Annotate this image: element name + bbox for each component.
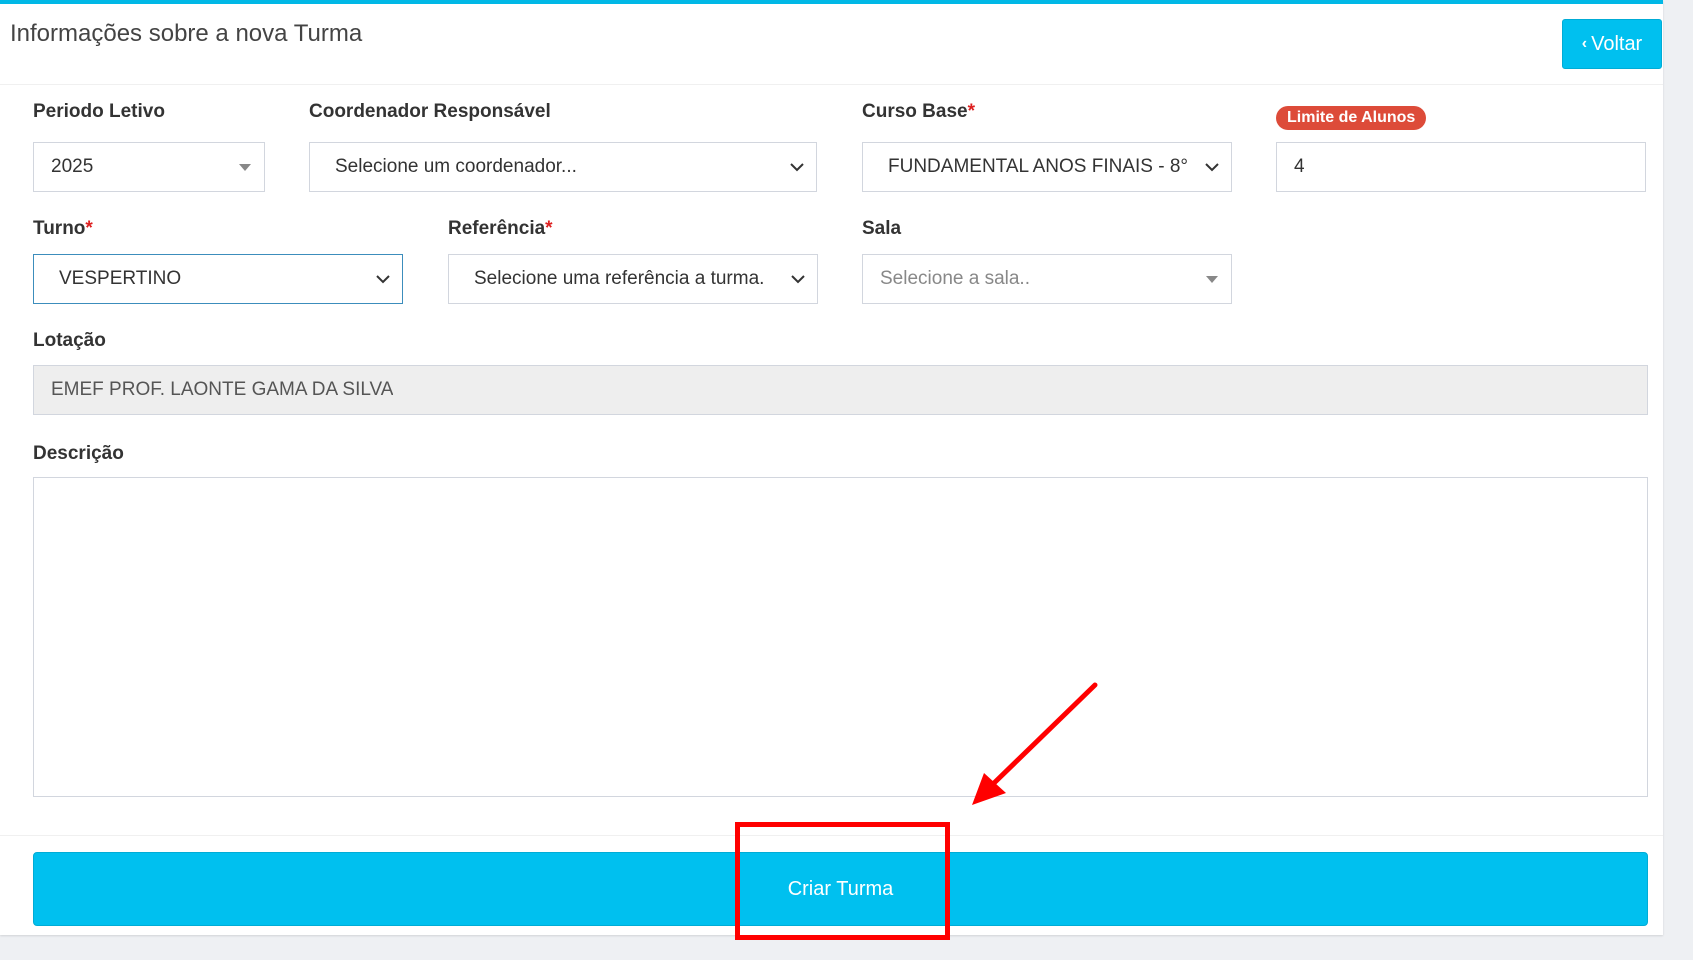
limite-input[interactable] [1276,142,1646,192]
turno-label-text: Turno [33,218,86,239]
back-button[interactable]: ‹ Voltar [1562,19,1662,69]
coordenador-select[interactable]: Selecione um coordenador... [309,142,817,192]
chevron-down-icon [790,163,804,172]
required-mark: * [85,218,93,239]
sala-placeholder: Selecione a sala.. [880,268,1030,289]
curso-select[interactable]: FUNDAMENTAL ANOS FINAIS - 8° AI [862,142,1232,192]
turno-select[interactable]: VESPERTINO [33,254,403,304]
sala-select[interactable]: Selecione a sala.. [862,254,1232,304]
caret-down-icon [1206,276,1218,283]
periodo-select[interactable]: 2025 [33,142,265,192]
referencia-select[interactable]: Selecione uma referência a turma. [448,254,818,304]
curso-label-text: Curso Base [862,101,968,122]
limite-badge: Limite de Alunos [1276,106,1427,130]
chevron-down-icon [791,275,805,284]
chevron-down-icon [376,275,390,284]
referencia-label-text: Referência [448,218,546,239]
page-title: Informações sobre a nova Turma [10,20,363,47]
referencia-label: Referência* [448,218,553,240]
lotacao-field: EMEF PROF. LAONTE GAMA DA SILVA [33,365,1648,415]
required-mark: * [967,101,976,122]
create-turma-button[interactable]: Criar Turma [33,852,1648,926]
form-card: Informações sobre a nova Turma ‹ Voltar … [0,0,1663,935]
curso-value: FUNDAMENTAL ANOS FINAIS - 8° AI [888,156,1191,177]
chevron-left-icon: ‹ [1581,35,1588,52]
card-header: Informações sobre a nova Turma ‹ Voltar [0,4,1663,85]
coordenador-label: Coordenador Responsável [309,101,551,122]
referencia-value: Selecione uma referência a turma. [474,268,765,289]
caret-down-icon [239,164,251,171]
lotacao-label: Lotação [33,330,106,351]
curso-label: Curso Base* [862,101,975,123]
back-button-label: Voltar [1591,32,1643,55]
turno-label: Turno* [33,218,93,240]
turno-value: VESPERTINO [59,268,182,289]
descricao-label: Descrição [33,443,124,464]
periodo-label: Periodo Letivo [33,101,165,122]
sala-label: Sala [862,218,902,239]
descricao-textarea[interactable] [33,477,1648,797]
periodo-value: 2025 [51,156,94,177]
footer-divider [0,835,1663,836]
required-mark: * [545,218,553,239]
lotacao-value: EMEF PROF. LAONTE GAMA DA SILVA [51,379,394,400]
chevron-down-icon [1205,163,1219,172]
coordenador-value: Selecione um coordenador... [335,156,577,177]
